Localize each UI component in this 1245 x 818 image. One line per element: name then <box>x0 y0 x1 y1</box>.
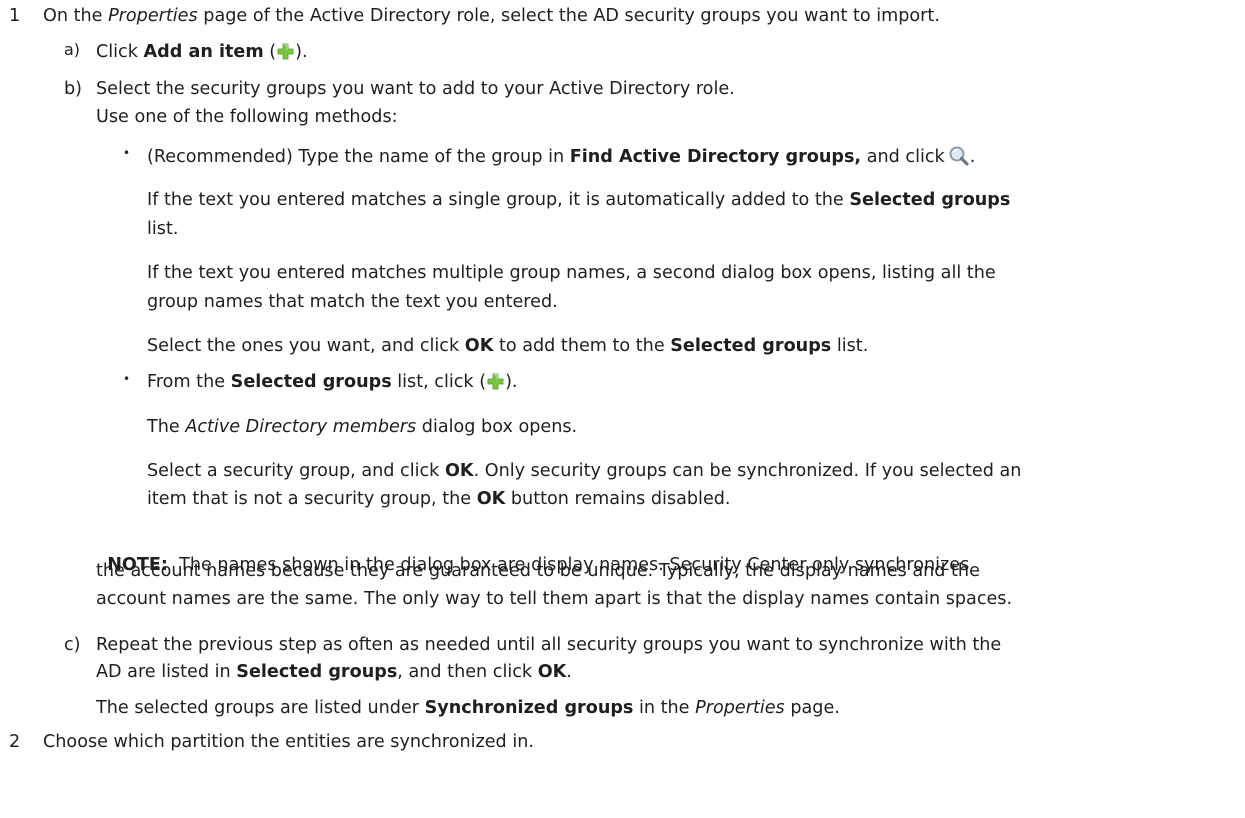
bullet-2-para-2-line-1: Select a security group, and click OK. O… <box>147 461 1022 481</box>
substep-a-text: Click Add an item (). <box>96 42 308 62</box>
substep-c-line-2: AD are listed in Selected groups, and th… <box>96 662 572 682</box>
add-item-plus-icon <box>487 373 504 390</box>
bullet-1-para-1-line-2: list. <box>147 219 179 239</box>
step-2-number: 2 <box>9 732 21 752</box>
substep-c-line-3: The selected groups are listed under Syn… <box>96 698 840 718</box>
bullet-2-text: From the Selected groups list, click (). <box>147 372 518 392</box>
add-item-plus-icon <box>277 43 294 60</box>
bullet-2-para-1: The Active Directory members dialog box … <box>147 417 578 437</box>
magnifier-search-icon <box>948 145 970 167</box>
substep-c-line-1: Repeat the previous step as often as nee… <box>96 635 1002 655</box>
step-2-text: Choose which partition the entities are … <box>43 732 534 752</box>
bullet-1-para-2-line-1: If the text you entered matches multiple… <box>147 263 996 283</box>
note-line-2: the account names because they are guara… <box>96 561 980 581</box>
substep-b-label: b) <box>64 79 83 99</box>
substep-b-line2: Use one of the following methods: <box>96 107 398 127</box>
substep-a-label: a) <box>64 40 81 59</box>
bullet-marker-2: • <box>123 372 131 386</box>
bullet-1-para-1-line-1: If the text you entered matches a single… <box>147 190 1011 210</box>
note-line-3: account names are the same. The only way… <box>96 589 1013 609</box>
properties-page-ref: Properties <box>108 6 198 26</box>
bullet-2-para-2-line-2: item that is not a security group, the O… <box>147 489 731 509</box>
bullet-1-text: (Recommended) Type the name of the group… <box>147 145 976 167</box>
bullet-1-para-3: Select the ones you want, and click OK t… <box>147 336 869 356</box>
substep-b-text: Select the security groups you want to a… <box>96 79 735 99</box>
step-1-number: 1 <box>9 6 21 26</box>
bullet-1-para-2-line-2: group names that match the text you ente… <box>147 292 558 312</box>
step-1-text: On the Properties page of the Active Dir… <box>43 6 940 26</box>
substep-c-label: c) <box>64 635 81 655</box>
add-an-item-label: Add an item <box>143 42 264 62</box>
find-ad-groups-label: Find Active Directory groups, <box>569 147 862 167</box>
bullet-marker-1: • <box>123 146 131 160</box>
